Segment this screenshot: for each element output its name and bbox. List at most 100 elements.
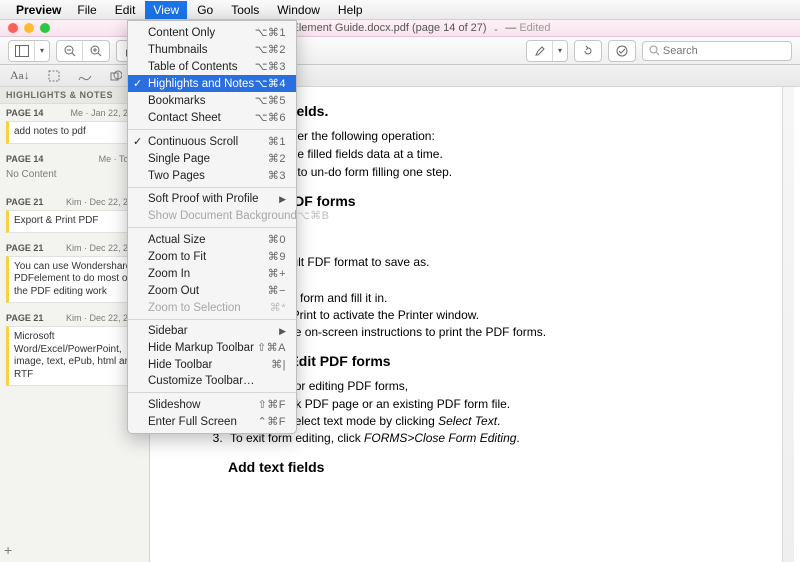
sketch-tool-button[interactable] (74, 68, 96, 84)
menu-item[interactable]: Zoom Out ⌘− (128, 282, 296, 299)
ordered-list: Open a blank PDF page or an existing PDF… (226, 397, 772, 445)
menu-item[interactable]: Content Only ⌥⌘1 (128, 24, 296, 41)
sidebar-mode-dropdown[interactable]: ▾ (35, 41, 49, 61)
menu-item-label: Zoom to Fit (148, 251, 206, 263)
menu-item[interactable]: Thumbnails ⌥⌘2 (128, 41, 296, 58)
list-item: Follow up the on-screen instructions to … (226, 325, 772, 339)
highlight-button[interactable] (527, 41, 553, 61)
menu-item[interactable]: Hide Markup Toolbar⇧⌘A (128, 339, 296, 356)
menu-item-label: Zoom Out (148, 285, 199, 297)
shortcut-label: ⌥⌘4 (255, 77, 286, 90)
menu-item[interactable]: Hide Toolbar⌘| (128, 356, 296, 373)
shortcut-label: ⌥⌘2 (255, 43, 286, 56)
menu-item-label: Content Only (148, 27, 215, 39)
menu-item-label: Table of Contents (148, 61, 238, 73)
shortcut-label: ⌘1 (268, 135, 286, 148)
menu-view[interactable]: View (145, 1, 187, 19)
markup-toggle-button[interactable] (609, 41, 635, 61)
menu-item[interactable]: Actual Size⌘0 (128, 231, 296, 248)
menu-tools[interactable]: Tools (223, 1, 267, 19)
list-item: Open a PDF form and fill it in. (226, 291, 772, 305)
note-body[interactable]: No Content (6, 167, 143, 188)
shortcut-label: ⌘3 (268, 169, 286, 182)
menu-item[interactable]: Customize Toolbar… (128, 373, 296, 389)
text-style-button[interactable]: Aa↓ (6, 66, 34, 85)
menu-item[interactable]: Enter Full Screen ⌃⌘F (128, 413, 296, 430)
add-note-button[interactable]: + (4, 542, 12, 558)
title-dropdown-icon[interactable]: ⌄ (493, 24, 500, 33)
shortcut-label: ⌘2 (268, 152, 286, 165)
pen-icon (78, 70, 92, 82)
shortcut-label: ⌃⌘F (258, 415, 286, 428)
menu-item[interactable]: Single Page⌘2 (128, 150, 296, 167)
zoom-in-button[interactable] (83, 41, 109, 61)
menu-item[interactable]: Zoom In⌘+ (128, 265, 296, 282)
close-window-button[interactable] (8, 23, 18, 33)
view-menu-dropdown: Content Only ⌥⌘1 Thumbnails ⌥⌘2 Table of Con… (127, 20, 297, 434)
menu-item-label: Sidebar (148, 325, 188, 337)
mac-menubar: Preview File Edit View Go Tools Window H… (0, 0, 800, 20)
shortcut-label: ⌘9 (268, 250, 286, 263)
menu-help[interactable]: Help (330, 1, 371, 19)
menu-item[interactable]: Two Pages ⌘3 (128, 167, 296, 184)
menu-item[interactable]: ✓Continuous Scroll⌘1 (128, 133, 296, 150)
menu-item-label: Show Document Background (148, 210, 297, 222)
menu-item-label: Thumbnails (148, 44, 207, 56)
rotate-button[interactable] (575, 41, 601, 61)
main-toolbar: ▾ ▾ (0, 37, 800, 65)
markup-icon (615, 45, 629, 57)
shortcut-label: ⌥⌘6 (255, 111, 286, 124)
shortcut-label: ⌘0 (268, 233, 286, 246)
shortcut-label: ⇧⌘A (257, 341, 286, 354)
menu-item[interactable]: ✓Highlights and Notes⌥⌘4 (128, 75, 296, 92)
menu-item-label: Zoom In (148, 268, 190, 280)
menu-item[interactable]: Table of Contents⌥⌘3 (128, 58, 296, 75)
scrollbar[interactable] (782, 87, 794, 562)
menu-go[interactable]: Go (189, 1, 221, 19)
app-name[interactable]: Preview (16, 3, 61, 17)
menu-item[interactable]: Zoom to Fit ⌘9 (128, 248, 296, 265)
note-body[interactable]: Microsoft Word/Excel/PowerPoint, image, … (6, 326, 143, 386)
note-body[interactable]: Export & Print PDF (6, 210, 143, 233)
menu-item-label: Two Pages (148, 170, 205, 182)
highlight-dropdown[interactable]: ▾ (553, 41, 567, 61)
selection-tool-button[interactable] (44, 68, 64, 84)
list-item: To exit form editing, click FORMS>Close … (226, 431, 772, 445)
menu-edit[interactable]: Edit (107, 1, 144, 19)
note-body[interactable]: add notes to pdf (6, 121, 143, 144)
heading: Add text fields (228, 459, 772, 475)
menu-item: Zoom to Selection⌘* (128, 299, 296, 316)
search-icon (649, 45, 659, 56)
document-edited-label: — Edited (505, 22, 550, 34)
menu-item-label: Hide Markup Toolbar (148, 342, 254, 354)
check-icon: ✓ (133, 135, 142, 148)
sidebar-icon (15, 45, 29, 57)
menu-item[interactable]: Sidebar ▶ (128, 323, 296, 339)
menu-item[interactable]: Contact Sheet⌥⌘6 (128, 109, 296, 126)
search-field[interactable] (642, 41, 792, 61)
shapes-icon (110, 70, 122, 82)
ordered-list: Open a PDF form and fill it in. Click FI… (226, 291, 772, 339)
menu-window[interactable]: Window (269, 1, 328, 19)
menu-item[interactable]: Slideshow⇧⌘F (128, 396, 296, 413)
note-body[interactable]: You can use Wondershare PDFelement to do… (6, 256, 143, 304)
shapes-button[interactable] (106, 68, 126, 84)
shortcut-label: ⌘− (268, 284, 286, 297)
menu-item-label: Enter Full Screen (148, 416, 237, 428)
menu-item-label: Highlights and Notes (148, 78, 254, 90)
submenu-arrow-icon: ▶ (279, 326, 286, 337)
menu-item[interactable]: Bookmarks⌥⌘5 (128, 92, 296, 109)
sidebar-toggle-button[interactable] (9, 41, 35, 61)
minimize-window-button[interactable] (24, 23, 34, 33)
zoom-out-button[interactable] (57, 41, 83, 61)
zoom-in-icon (90, 45, 102, 57)
menu-item-label: Bookmarks (148, 95, 206, 107)
list-item: Change to select text mode by clicking S… (226, 414, 772, 428)
search-input[interactable] (663, 45, 785, 57)
menu-item[interactable]: Soft Proof with Profile▶ (128, 191, 296, 207)
menu-item-label: Customize Toolbar… (148, 375, 255, 387)
selection-icon (48, 70, 60, 82)
zoom-window-button[interactable] (40, 23, 50, 33)
menu-file[interactable]: File (69, 1, 104, 19)
shortcut-label: ⌥⌘1 (255, 26, 286, 39)
